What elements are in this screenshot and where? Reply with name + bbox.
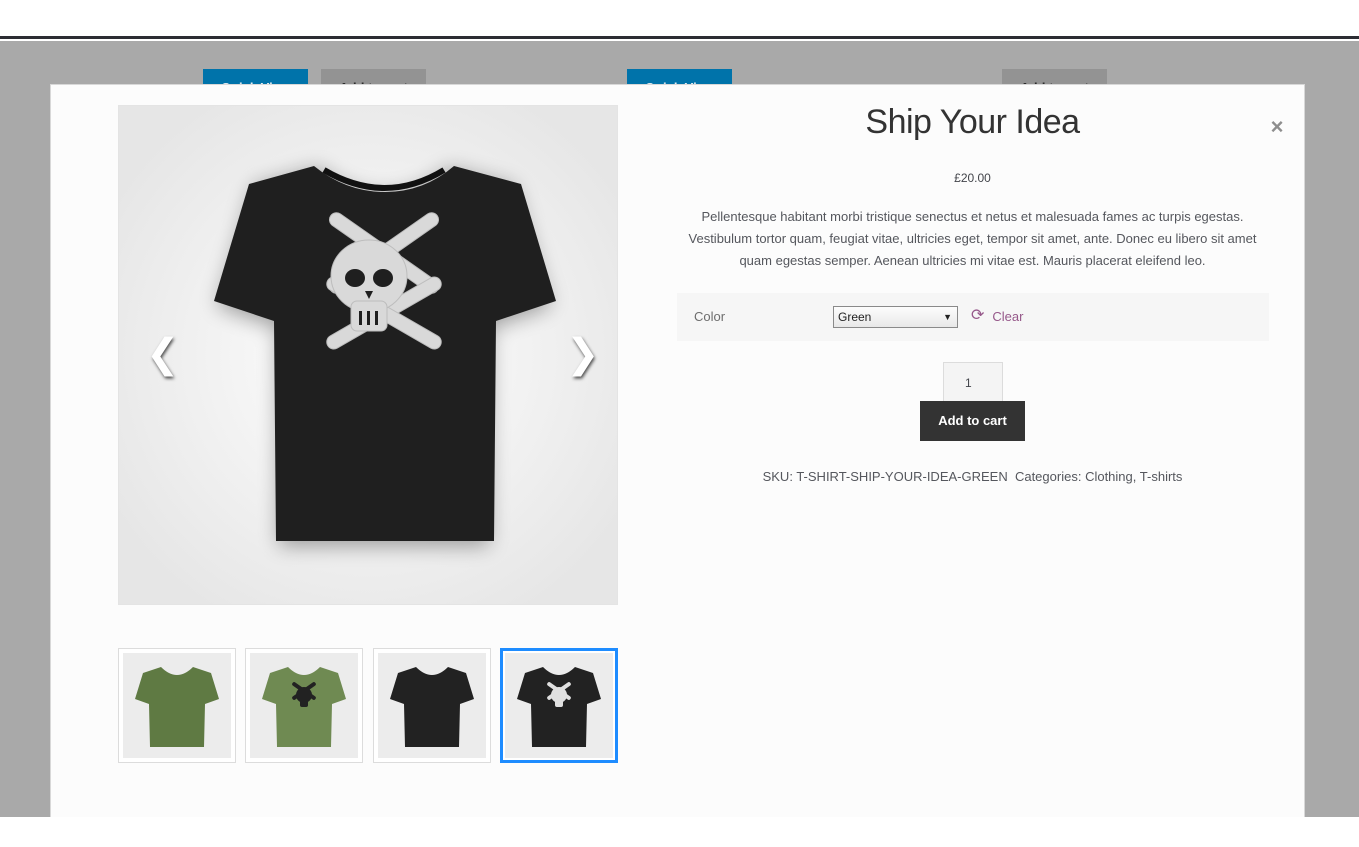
gallery-prev-arrow[interactable]: ❮ [146, 332, 180, 376]
product-price: £20.00 [954, 171, 991, 185]
gallery-next-arrow[interactable]: ❯ [566, 332, 600, 376]
variations-table: Color Green ▼ ⟳ Clear [677, 293, 1269, 341]
color-label: Color [694, 309, 726, 324]
product-meta: SKU: T-SHIRT-SHIP-YOUR-IDEA-GREEN Catego… [676, 469, 1269, 484]
close-icon[interactable]: × [1267, 115, 1287, 139]
product-main-image[interactable]: ❮ ❯ [118, 105, 618, 605]
gallery-thumbnail-selected[interactable] [500, 648, 618, 763]
sku-value: T-SHIRT-SHIP-YOUR-IDEA-GREEN [796, 469, 1008, 484]
gallery-thumbnail[interactable] [245, 648, 363, 763]
quantity-input[interactable]: 1 [943, 362, 1003, 402]
sku-label: SKU: [762, 469, 793, 484]
tshirt-image [119, 106, 617, 604]
gallery-thumbnails [118, 648, 618, 763]
product-title: Ship Your Idea [865, 103, 1080, 141]
tshirt-thumb-image [262, 667, 346, 747]
quick-view-modal: × ❮ ❯ Ship Your Idea £20.00 Pellentesque… [50, 84, 1305, 817]
category-link-tshirts[interactable]: T-shirts [1140, 469, 1183, 484]
clear-variation-link[interactable]: ⟳ Clear [971, 307, 1023, 325]
color-select[interactable]: Green ▼ [833, 306, 958, 328]
tshirt-thumb-image [390, 667, 474, 747]
category-separator: , [1132, 469, 1137, 484]
site-header-bar [0, 0, 1359, 39]
tshirt-thumb-image [517, 667, 601, 747]
color-select-value: Green [838, 310, 872, 324]
gallery-thumbnail[interactable] [118, 648, 236, 763]
gallery-thumbnail[interactable] [373, 648, 491, 763]
add-to-cart-button[interactable]: Add to cart [920, 401, 1025, 441]
category-link-clothing[interactable]: Clothing [1085, 469, 1133, 484]
refresh-icon: ⟳ [971, 307, 985, 324]
clear-label: Clear [992, 308, 1024, 324]
tshirt-thumb-image [135, 667, 219, 747]
chevron-down-icon: ▼ [943, 312, 952, 322]
categories-label: Categories: [1014, 469, 1082, 484]
page-bottom-strip [0, 817, 1359, 847]
product-description: Pellentesque habitant morbi tristique se… [688, 209, 1257, 268]
